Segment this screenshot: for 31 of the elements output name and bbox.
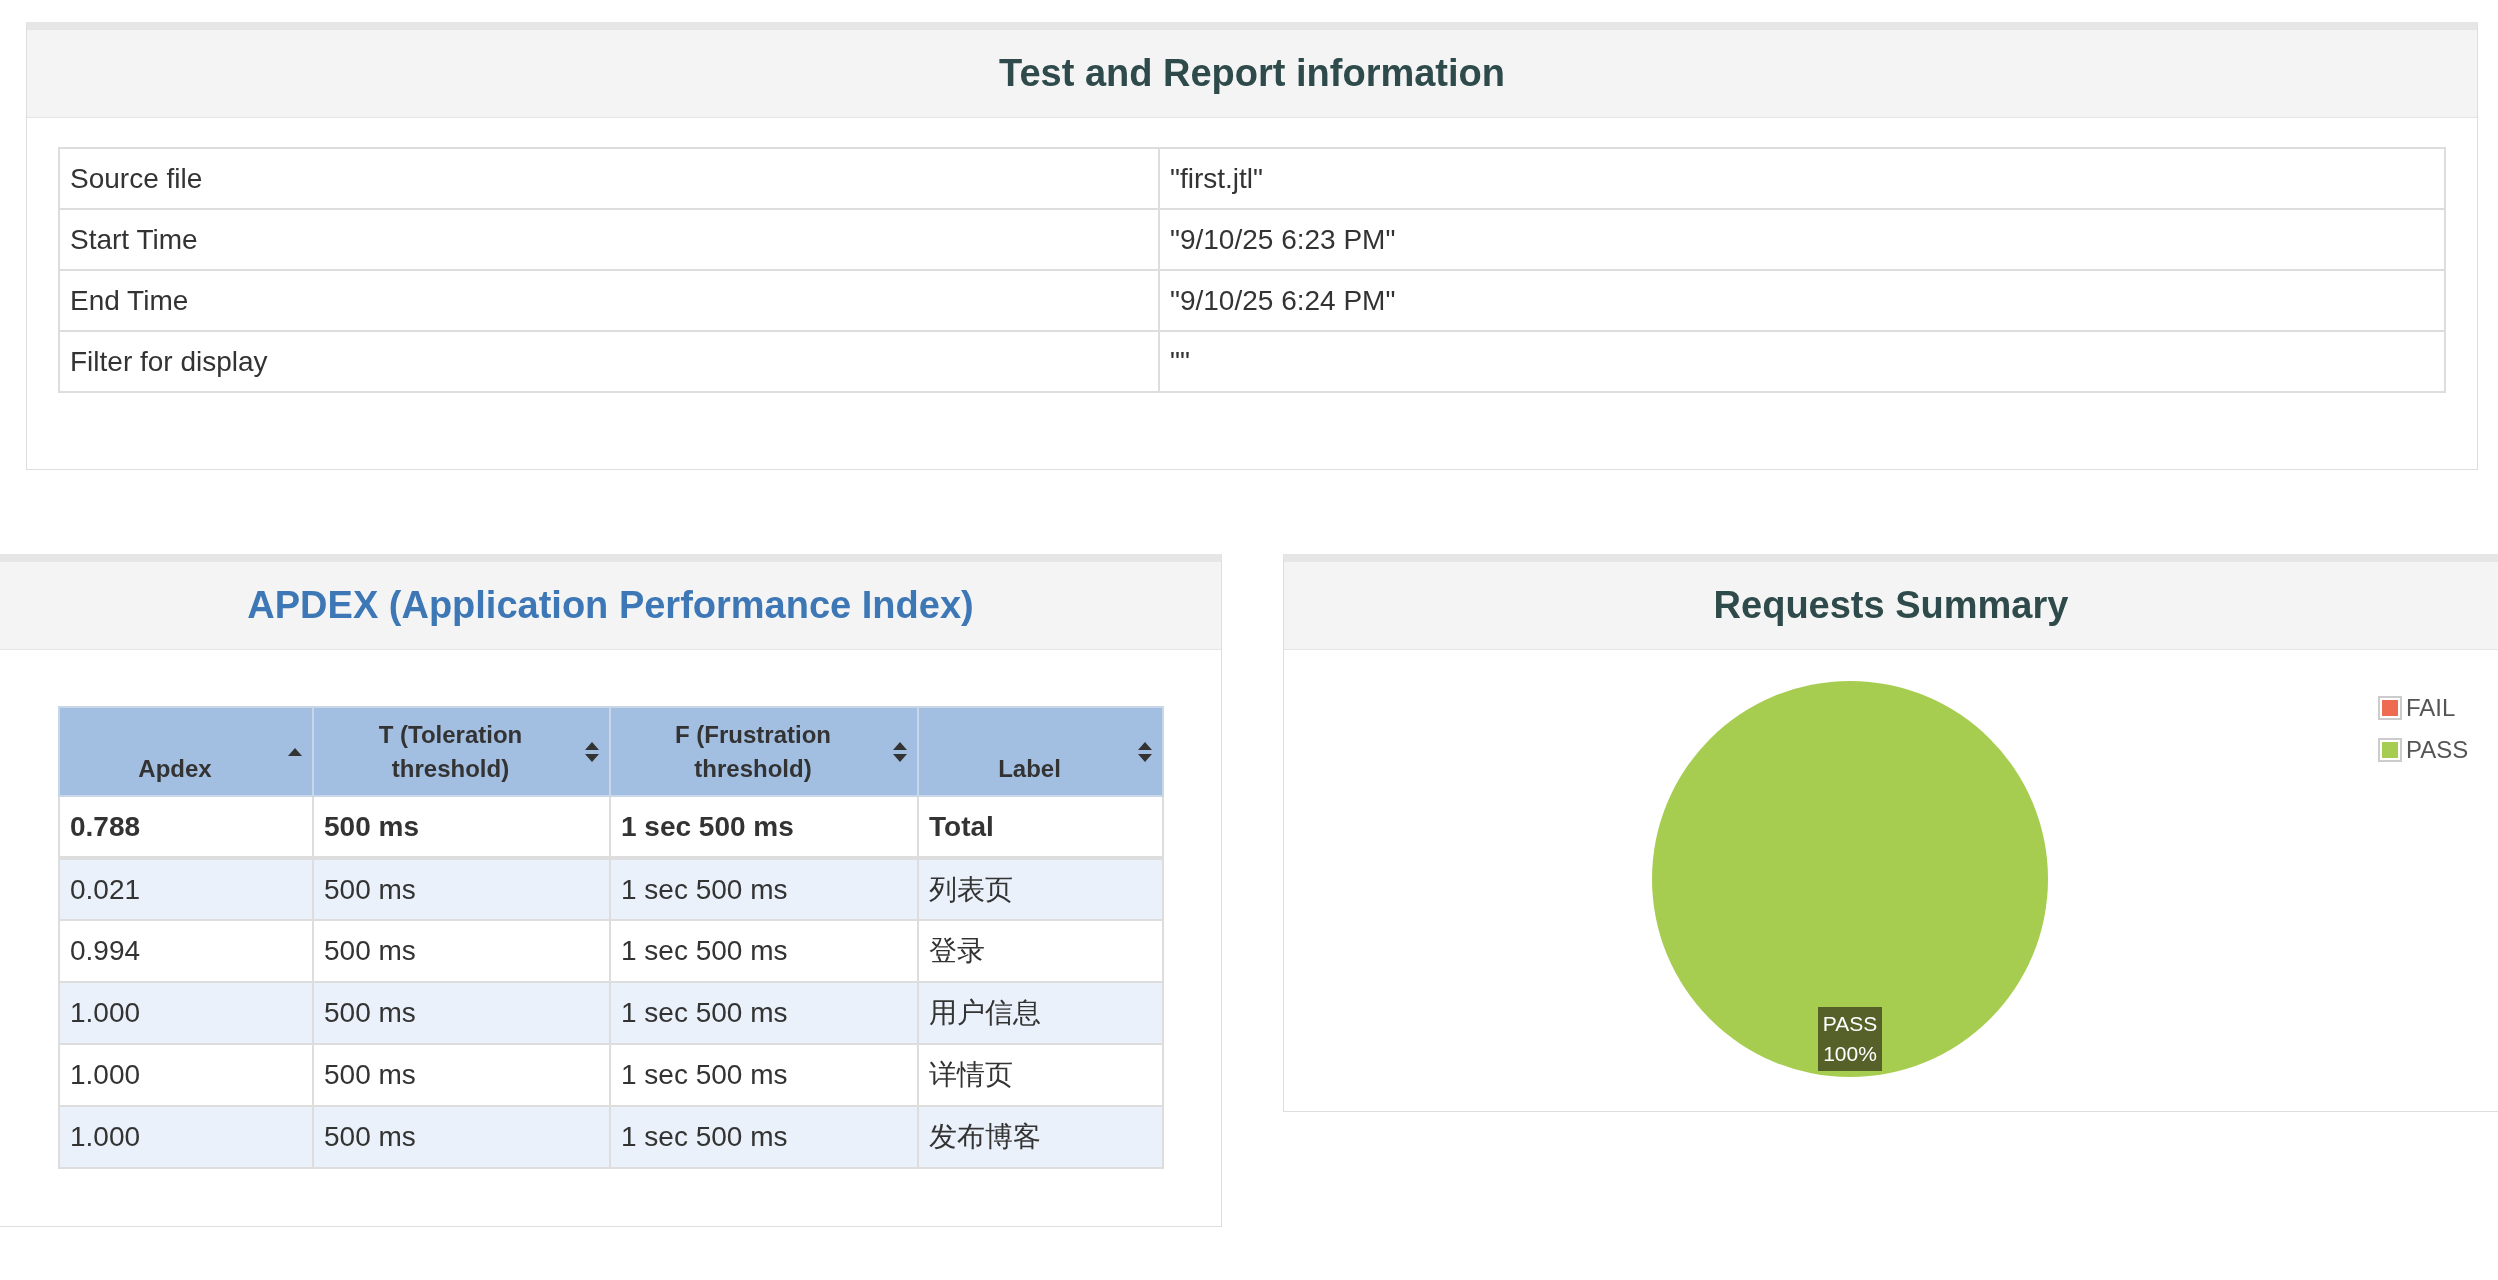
column-title: Apdex	[137, 753, 213, 784]
table-cell: 0.788	[59, 796, 313, 858]
table-cell: 发布博客	[918, 1106, 1163, 1168]
table-cell: Source file	[59, 148, 1159, 209]
table-cell: 1 sec 500 ms	[610, 1106, 918, 1168]
column-title: F (Frustration threshold)	[674, 719, 832, 784]
table-cell: End Time	[59, 270, 1159, 331]
legend-label: FAIL	[2406, 693, 2456, 723]
table-cell: Filter for display	[59, 331, 1159, 392]
sort-ascending-icon[interactable]	[288, 747, 302, 756]
panel-title: Requests Summary	[1713, 583, 2069, 628]
table-cell: "9/10/25 6:23 PM"	[1159, 209, 2445, 270]
sort-icon[interactable]	[585, 741, 599, 762]
table-cell: 500 ms	[313, 1106, 610, 1168]
table-cell: "9/10/25 6:24 PM"	[1159, 270, 2445, 331]
table-cell: "first.jtl"	[1159, 148, 2445, 209]
sort-icon[interactable]	[893, 741, 907, 762]
legend-label: PASS	[2406, 735, 2469, 765]
column-title: T (Toleration threshold)	[377, 719, 524, 784]
panel-title: APDEX (Application Performance Index)	[247, 583, 974, 628]
table-cell: 1.000	[59, 1106, 313, 1168]
table-cell: Start Time	[59, 209, 1159, 270]
panel-title: Test and Report information	[999, 51, 1505, 96]
column-title: Label	[997, 753, 1062, 784]
column-header[interactable]: T (Toleration threshold)	[313, 707, 610, 796]
sort-icon[interactable]	[1138, 741, 1152, 762]
data-label: PASS 100%	[1818, 1007, 1882, 1071]
table-cell: ""	[1159, 331, 2445, 392]
column-header[interactable]: Label	[918, 707, 1163, 796]
column-header[interactable]: Apdex	[59, 707, 313, 796]
column-header[interactable]: F (Frustration threshold)	[610, 707, 918, 796]
